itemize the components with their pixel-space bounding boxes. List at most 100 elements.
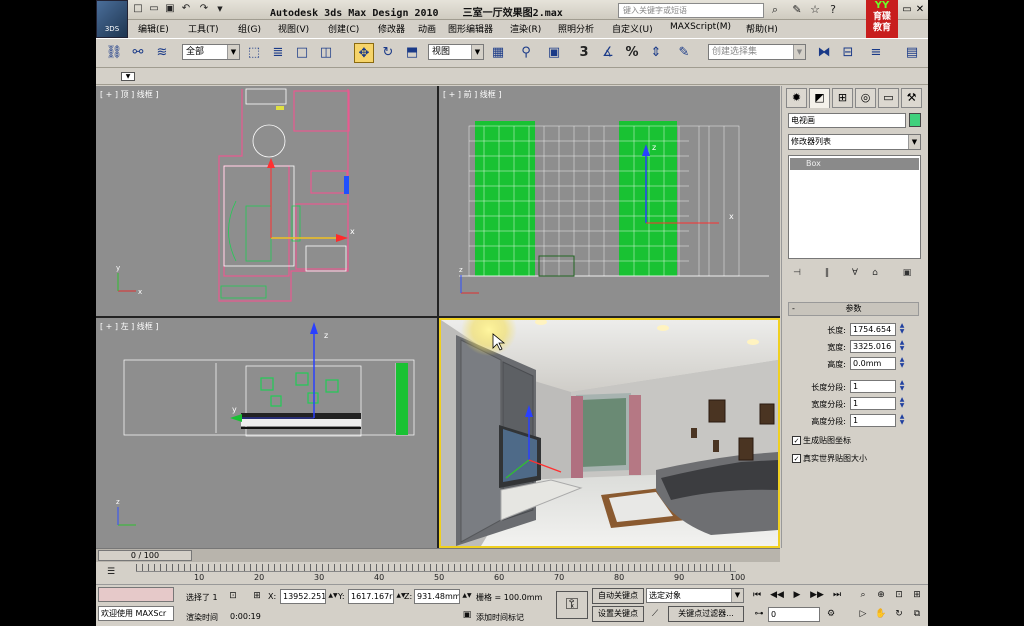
current-frame-input[interactable]: 0 [768, 607, 820, 622]
absolute-mode-icon[interactable]: ⊞ [250, 589, 264, 603]
undo-icon[interactable]: ↶ [180, 3, 192, 15]
time-configuration-icon[interactable]: ⚙ [824, 607, 838, 621]
x-coord-input[interactable]: 13952.251 [280, 589, 326, 604]
time-slider[interactable]: 0 / 100 [96, 548, 780, 562]
save-file-icon[interactable]: ▣ [164, 3, 176, 15]
motion-tab-icon[interactable]: ◎ [855, 88, 876, 108]
new-file-icon[interactable]: □ [132, 3, 144, 15]
rectangle-selection-icon[interactable]: □ [292, 43, 312, 63]
pin-stack-icon[interactable]: ⊣ [790, 268, 804, 280]
close-icon[interactable]: ✕ [914, 4, 926, 16]
menu-help[interactable]: 帮助(H) [746, 22, 778, 35]
zoom-all-icon[interactable]: ⊕ [874, 588, 888, 602]
render-setup-icon[interactable]: ▤ [902, 43, 922, 63]
select-object-icon[interactable]: ⬚ [244, 43, 264, 63]
layer-manager-icon[interactable]: ≡ [866, 43, 886, 63]
viewport-left[interactable]: [ + ] 左 ] 线框 ] z y z [96, 318, 437, 548]
edit-named-selection-icon[interactable]: ✎ [674, 43, 694, 63]
menu-group[interactable]: 组(G) [238, 22, 261, 35]
length-spinner-icon[interactable]: ▲ ▼ [898, 323, 906, 336]
named-selection-dropdown[interactable]: 创建选择集 ▼ [708, 44, 806, 60]
go-to-end-icon[interactable]: ⏭ [830, 588, 844, 602]
set-key-button[interactable]: 设置关键点 [592, 606, 644, 622]
param-length-segs-input[interactable]: 1 [850, 380, 896, 393]
previous-frame-icon[interactable]: ◀◀ [770, 588, 784, 602]
keyboard-shortcut-override-icon[interactable]: ▣ [544, 43, 564, 63]
auto-key-button[interactable]: 自动关键点 [592, 588, 644, 604]
field-of-view-icon[interactable]: ▷ [856, 607, 870, 621]
menu-modifiers[interactable]: 修改器 [378, 22, 405, 35]
minimize-icon[interactable]: ▭ [901, 4, 913, 16]
maximize-viewport-icon[interactable]: ⧉ [910, 607, 924, 621]
star-icon[interactable]: ☆ [808, 3, 822, 17]
menu-create[interactable]: 创建(C) [328, 22, 359, 35]
modifier-list-dropdown[interactable]: 修改器列表 ▼ [788, 134, 921, 150]
param-width-input[interactable]: 3325.016 [850, 340, 896, 353]
snaps-toggle-icon[interactable]: 3 [574, 43, 594, 63]
menu-graph-editors[interactable]: 图形编辑器 [448, 22, 493, 35]
help-icon[interactable]: ? [826, 3, 840, 17]
viewport-perspective[interactable] [439, 318, 780, 548]
add-time-tag-button[interactable]: 添加时间标记 [476, 612, 524, 623]
menu-views[interactable]: 视图(V) [278, 22, 309, 35]
param-height-segs-input[interactable]: 1 [850, 414, 896, 427]
viewport-top[interactable]: [ + ] 顶 ] 线框 ] x y x [96, 86, 437, 316]
modify-tab-icon[interactable]: ◩ [809, 88, 830, 108]
window-crossing-icon[interactable]: ◫ [316, 43, 336, 63]
width-spinner-icon[interactable]: ▲ ▼ [898, 340, 906, 353]
align-icon[interactable]: ⊟ [838, 43, 858, 63]
ribbon-toggle-icon[interactable]: ▼ [121, 72, 135, 81]
track-bar[interactable]: ☰ 10 20 30 40 50 60 70 80 90 100 [96, 562, 780, 584]
menu-maxscript[interactable]: MAXScript(M) [670, 22, 731, 32]
make-unique-icon[interactable]: ∀ [848, 268, 862, 280]
length-segs-spinner-icon[interactable]: ▲ ▼ [898, 380, 906, 393]
reference-coordinate-dropdown[interactable]: 视图 ▼ [428, 44, 484, 60]
height-segs-spinner-icon[interactable]: ▲ ▼ [898, 414, 906, 427]
param-width-segs-input[interactable]: 1 [850, 397, 896, 410]
show-end-result-icon[interactable]: ‖ [820, 268, 834, 280]
add-time-tag-icon[interactable]: ▣ [460, 608, 474, 622]
percent-snap-icon[interactable]: % [622, 43, 642, 63]
remove-modifier-icon[interactable]: ⌂ [868, 268, 882, 280]
object-color-swatch[interactable] [909, 113, 921, 127]
maxscript-mini-listener[interactable]: 欢迎使用 MAXScr [98, 606, 174, 621]
select-scale-icon[interactable]: ⬒ [402, 43, 422, 63]
selection-filter-dropdown[interactable]: 全部 ▼ [182, 44, 240, 60]
z-coord-input[interactable]: 931.48mm [414, 589, 460, 604]
select-move-icon[interactable]: ✥ [354, 43, 374, 63]
param-length-input[interactable]: 1754.654 [850, 323, 896, 336]
redo-icon[interactable]: ↷ [198, 3, 210, 15]
app-logo-button[interactable]: 3DS [96, 0, 128, 38]
next-frame-icon[interactable]: ▶▶ [810, 588, 824, 602]
parameters-rollout-header[interactable]: - 参数 [788, 302, 919, 316]
menu-animation[interactable]: 动画 [418, 22, 436, 35]
pan-view-icon[interactable]: ✋ [874, 607, 888, 621]
generate-mapping-checkbox[interactable]: ✓ 生成贴图坐标 [792, 435, 851, 446]
open-file-icon[interactable]: ▭ [148, 3, 160, 15]
play-icon[interactable]: ▶ [790, 588, 804, 602]
width-segs-spinner-icon[interactable]: ▲ ▼ [898, 397, 906, 410]
bind-spacewarp-icon[interactable]: ≋ [152, 43, 172, 63]
go-to-start-icon[interactable]: ⏮ [750, 588, 764, 602]
search-input[interactable]: 键入关键字或短语 [618, 3, 764, 18]
hierarchy-tab-icon[interactable]: ⊞ [832, 88, 853, 108]
mirror-icon[interactable]: ⧓ [814, 43, 834, 63]
object-name-field[interactable]: 电视画 [788, 113, 906, 128]
create-tab-icon[interactable]: ✹ [786, 88, 807, 108]
set-key-mode-icon[interactable]: ⚿ [556, 591, 588, 619]
viewport-front[interactable]: [ + ] 前 ] 线框 ] z x z [439, 86, 780, 316]
zoom-extents-all-icon[interactable]: ⊞ [910, 588, 924, 602]
tools-icon[interactable]: ✎ [790, 3, 804, 17]
menu-tools[interactable]: 工具(T) [188, 22, 219, 35]
link-icon[interactable]: ⛓ [104, 43, 124, 63]
stack-item-box[interactable]: Box [790, 158, 919, 170]
binoculars-icon[interactable]: ⌕ [768, 3, 782, 17]
unlink-icon[interactable]: ⚯ [128, 43, 148, 63]
time-slider-thumb[interactable]: 0 / 100 [98, 550, 192, 561]
select-manipulate-icon[interactable]: ⚲ [516, 43, 536, 63]
mini-curve-editor-icon[interactable]: ☰ [104, 565, 118, 579]
select-rotate-icon[interactable]: ↻ [378, 43, 398, 63]
configure-modifier-sets-icon[interactable]: ▣ [900, 268, 914, 280]
select-by-name-icon[interactable]: ≣ [268, 43, 288, 63]
default-tangents-icon[interactable]: ⟋ [648, 607, 662, 621]
